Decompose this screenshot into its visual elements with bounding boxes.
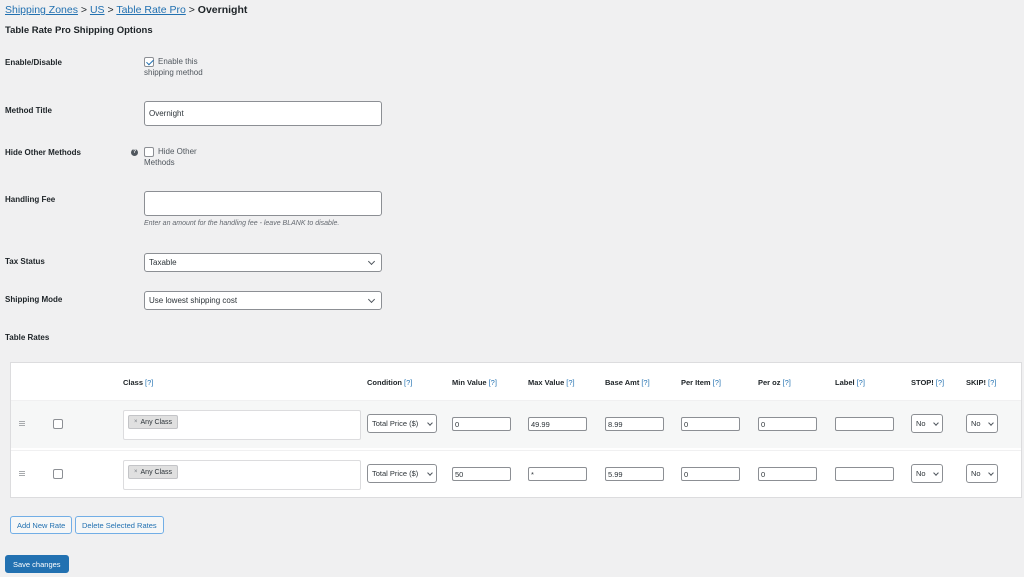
method-title-value: Overnight: [149, 109, 184, 118]
shipping-mode-label: Shipping Mode: [5, 295, 63, 304]
max-value-input[interactable]: *: [528, 467, 587, 481]
col-max-value: Max Value [?]: [528, 378, 575, 387]
breadcrumb-us[interactable]: US: [90, 4, 105, 16]
chevron-down-icon: [427, 419, 433, 426]
breadcrumb-separator: >: [107, 4, 114, 16]
col-base-amt: Base Amt [?]: [605, 378, 650, 387]
base-amt-input[interactable]: 8.99: [605, 417, 664, 431]
col-class: Class [?]: [123, 378, 154, 387]
per-oz-input[interactable]: 0: [758, 467, 817, 481]
stop-select[interactable]: No: [911, 464, 943, 483]
help-link[interactable]: [?]: [857, 378, 865, 387]
enable-label: Enable/Disable: [5, 58, 62, 67]
class-select[interactable]: × Any Class: [123, 410, 361, 440]
col-per-oz: Per oz [?]: [758, 378, 791, 387]
breadcrumb-current: Overnight: [197, 4, 248, 16]
col-stop: STOP! [?]: [911, 378, 945, 387]
per-item-input[interactable]: 0: [681, 467, 740, 481]
condition-select[interactable]: Total Price ($): [367, 414, 437, 433]
class-select[interactable]: × Any Class: [123, 460, 361, 490]
base-amt-input[interactable]: 5.99: [605, 467, 664, 481]
shipping-mode-select[interactable]: Use lowest shipping cost: [144, 291, 382, 310]
enable-checkbox-label: Enable this shipping method: [144, 57, 203, 77]
condition-select[interactable]: Total Price ($): [367, 464, 437, 483]
help-link[interactable]: [?]: [936, 378, 944, 387]
col-label: Label [?]: [835, 378, 865, 387]
drag-handle-icon[interactable]: [19, 471, 25, 476]
chevron-down-icon: [988, 419, 994, 426]
help-link[interactable]: [?]: [145, 378, 153, 387]
breadcrumb-table-rate-pro[interactable]: Table Rate Pro: [116, 4, 185, 16]
col-condition: Condition [?]: [367, 378, 413, 387]
col-skip: SKIP! [?]: [966, 378, 997, 387]
section-title: Table Rate Pro Shipping Options: [5, 25, 153, 36]
help-link[interactable]: [?]: [489, 378, 497, 387]
per-oz-input[interactable]: 0: [758, 417, 817, 431]
skip-select[interactable]: No: [966, 464, 998, 483]
table-row: × Any Class Total Price ($) 0 49.99 8.99 …: [11, 401, 1021, 448]
help-link[interactable]: [?]: [566, 378, 574, 387]
class-chip: × Any Class: [128, 465, 179, 479]
chevron-down-icon: [988, 469, 994, 476]
breadcrumb-shipping-zones[interactable]: Shipping Zones: [5, 4, 78, 16]
table-rates-label: Table Rates: [5, 333, 50, 342]
add-new-rate-button[interactable]: Add New Rate: [10, 516, 73, 534]
help-link[interactable]: [?]: [783, 378, 791, 387]
delete-selected-rates-button[interactable]: Delete Selected Rates: [75, 516, 164, 534]
chevron-down-icon: [367, 257, 376, 265]
handling-fee-field: Enter an amount for the handling fee - l…: [144, 191, 382, 227]
chevron-down-icon: [933, 469, 939, 476]
handling-fee-description: Enter an amount for the handling fee - l…: [144, 220, 340, 227]
hide-other-field: Hide Other Methods: [144, 147, 204, 168]
col-min-value: Min Value [?]: [452, 378, 497, 387]
min-value-input[interactable]: 50: [452, 467, 511, 481]
row-select-checkbox[interactable]: [53, 469, 63, 479]
row-select-checkbox[interactable]: [53, 419, 63, 429]
breadcrumb-separator: >: [188, 4, 195, 16]
min-value-input[interactable]: 0: [452, 417, 511, 431]
chevron-down-icon: [933, 419, 939, 426]
method-title-input[interactable]: Overnight: [144, 101, 382, 126]
label-input[interactable]: [835, 467, 894, 481]
enable-field: Enable this shipping method: [144, 57, 214, 78]
drag-handle-icon[interactable]: [19, 421, 25, 426]
hide-other-label: Hide Other Methods: [5, 148, 82, 157]
help-link[interactable]: [?]: [641, 378, 649, 387]
remove-chip-icon[interactable]: ×: [134, 469, 138, 475]
hide-other-checkbox[interactable]: [144, 147, 154, 157]
help-icon[interactable]: ?: [131, 149, 138, 156]
handling-fee-input[interactable]: [144, 191, 382, 216]
method-title-label: Method Title: [5, 106, 52, 115]
save-changes-button[interactable]: Save changes: [5, 555, 69, 573]
table-rates: Class [?] Condition [?] Min Value [?] Max V…: [10, 362, 1022, 498]
max-value-input[interactable]: 49.99: [528, 417, 587, 431]
col-per-item: Per Item [?]: [681, 378, 721, 387]
breadcrumb-separator: >: [80, 4, 88, 16]
chevron-down-icon: [427, 469, 433, 476]
breadcrumb: Shipping Zones > US > Table Rate Pro > O…: [5, 4, 247, 16]
help-link[interactable]: [?]: [404, 378, 412, 387]
class-chip: × Any Class: [128, 415, 179, 429]
tax-status-value: Taxable: [149, 258, 177, 267]
table-header: Class [?] Condition [?] Min Value [?] Max V…: [11, 363, 1021, 401]
tax-status-label: Tax Status: [5, 257, 45, 266]
handling-fee-label: Handling Fee: [5, 195, 56, 204]
help-link[interactable]: [?]: [988, 378, 996, 387]
enable-checkbox[interactable]: [144, 57, 154, 67]
skip-select[interactable]: No: [966, 414, 998, 433]
per-item-input[interactable]: 0: [681, 417, 740, 431]
tax-status-select[interactable]: Taxable: [144, 253, 382, 272]
remove-chip-icon[interactable]: ×: [134, 419, 138, 425]
table-row: × Any Class Total Price ($) 50 * 5.99 0 0…: [11, 450, 1021, 497]
stop-select[interactable]: No: [911, 414, 943, 433]
shipping-mode-value: Use lowest shipping cost: [149, 296, 238, 305]
label-input[interactable]: [835, 417, 894, 431]
help-link[interactable]: [?]: [713, 378, 721, 387]
chevron-down-icon: [367, 295, 376, 303]
